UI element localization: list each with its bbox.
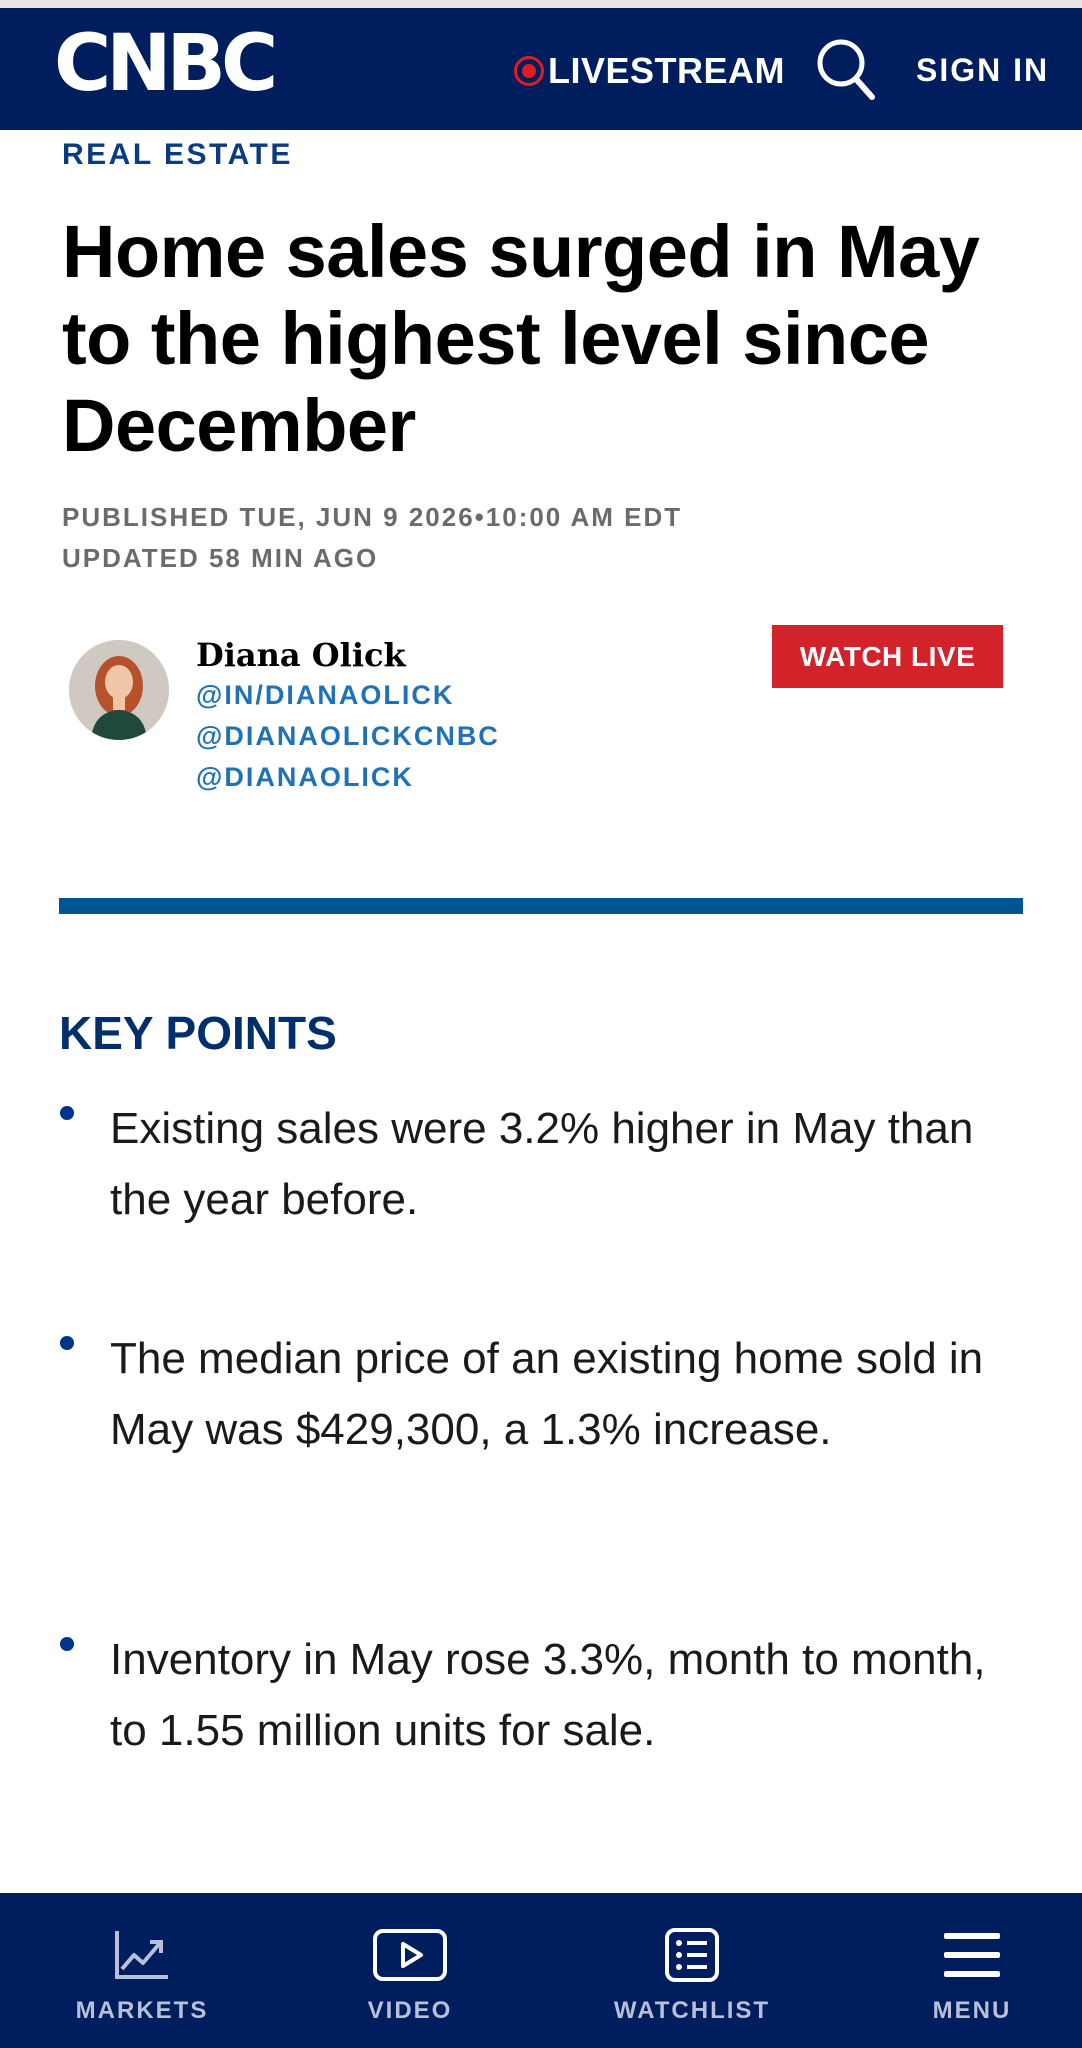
list-icon <box>652 1927 732 1983</box>
search-icon[interactable] <box>814 35 878 105</box>
published-timestamp: PUBLISHED TUE, JUN 9 2026•10:00 AM EDT <box>62 502 683 532</box>
headline: Home sales surged in May to the highest … <box>62 210 980 467</box>
bullet-icon <box>60 1637 74 1651</box>
key-points-title: KEY POINTS <box>59 1007 337 1059</box>
key-point: Existing sales were 3.2% higher in May t… <box>110 1104 974 1224</box>
nav-menu-label: MENU <box>932 1997 1012 2024</box>
hamburger-icon <box>932 1927 1012 1983</box>
author-twitter-link[interactable]: @DIANAOLICKCNBC <box>196 721 500 752</box>
cnbc-logo[interactable]: CNBC <box>54 19 278 109</box>
nav-watchlist[interactable]: WATCHLIST <box>592 1893 792 2048</box>
nav-markets[interactable]: MARKETS <box>62 1893 222 2048</box>
nav-video[interactable]: VIDEO <box>330 1893 490 2048</box>
author-instagram-link[interactable]: @DIANAOLICK <box>196 762 414 793</box>
top-strip <box>0 0 1082 8</box>
key-point: Inventory in May rose 3.3%, month to mon… <box>110 1635 986 1755</box>
live-dot-icon <box>514 56 544 86</box>
bullet-icon <box>60 1106 74 1120</box>
key-point: The median price of an existing home sol… <box>110 1334 984 1454</box>
updated-timestamp: UPDATED 58 MIN AGO <box>62 543 379 573</box>
site-header: CNBC LIVESTREAM SIGN IN <box>0 8 1082 130</box>
chart-icon <box>102 1927 182 1983</box>
nav-watchlist-label: WATCHLIST <box>613 1997 771 2024</box>
author-linkedin-link[interactable]: @IN/DIANAOLICK <box>196 680 454 711</box>
livestream-link[interactable]: LIVESTREAM <box>514 41 785 101</box>
key-points-divider <box>59 898 1023 914</box>
bullet-icon <box>60 1336 74 1350</box>
nav-video-label: VIDEO <box>367 1997 453 2024</box>
watch-live-button[interactable]: WATCH LIVE <box>772 625 1003 688</box>
nav-menu[interactable]: MENU <box>892 1893 1052 2048</box>
author-name[interactable]: Diana Olick <box>196 636 406 674</box>
author-avatar[interactable] <box>69 640 169 740</box>
nav-markets-label: MARKETS <box>75 1997 209 2024</box>
sign-in-button[interactable]: SIGN IN <box>916 52 1049 89</box>
section-label[interactable]: REAL ESTATE <box>62 138 293 172</box>
play-icon <box>370 1927 450 1983</box>
bottom-nav: MARKETS VIDEO WATCHLIST MENU <box>0 1893 1082 2048</box>
livestream-label: LIVESTREAM <box>548 50 786 91</box>
